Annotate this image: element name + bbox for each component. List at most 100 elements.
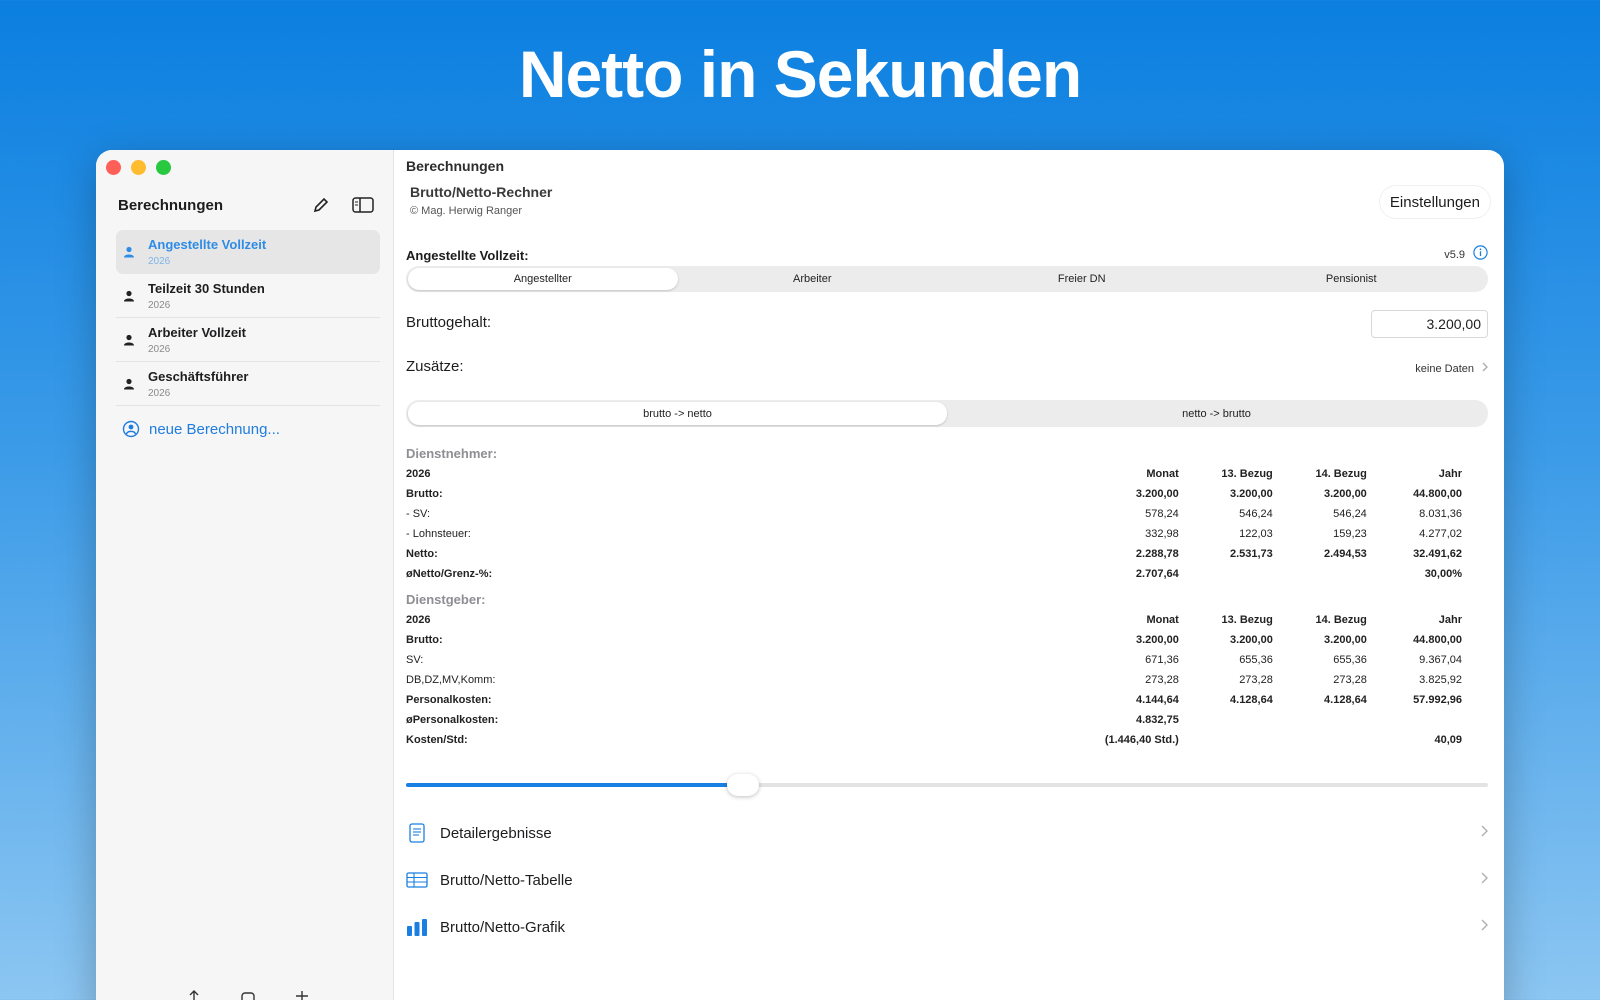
table-cell: [1367, 710, 1462, 730]
table-cell: 3.200,00: [1323, 488, 1367, 500]
chevron-right-icon: [1482, 362, 1488, 375]
direction-picker: brutto -> netto netto -> brutto: [406, 400, 1488, 427]
table-cell: 4.832,75: [1136, 714, 1179, 726]
employer-title: Dienstgeber:: [406, 592, 486, 607]
list-item-name: Arbeiter Vollzeit: [148, 324, 247, 340]
share-icon[interactable]: [186, 990, 202, 1000]
table-cell: øNetto/Grenz-%:: [406, 568, 493, 580]
salary-slider[interactable]: [406, 774, 1488, 796]
brutto-input[interactable]: [1371, 310, 1488, 338]
minimize-window-button[interactable]: [131, 160, 146, 175]
employee-title: Dienstnehmer:: [406, 446, 498, 461]
table-cell: 2.707,64: [1135, 568, 1179, 580]
list-item[interactable]: Arbeiter Vollzeit 2026: [116, 318, 380, 362]
table-cell: 14. Bezug: [1315, 614, 1367, 626]
table-cell: Netto:: [406, 548, 438, 560]
settings-button[interactable]: Einstellungen: [1379, 186, 1490, 218]
version-label: v5.9: [1444, 249, 1465, 261]
table-cell: 4.144,64: [1136, 694, 1179, 706]
table-row: øNetto/Grenz-%: 2.707,64 30,00%: [406, 564, 1462, 584]
window-controls: [106, 160, 171, 175]
table-row: Personalkosten: 4.144,64 4.128,64 4.128,…: [406, 690, 1462, 710]
segment-pensionist[interactable]: Pensionist: [1217, 268, 1487, 290]
segment-angestellter[interactable]: Angestellter: [408, 268, 678, 290]
table-cell: 546,24: [1239, 508, 1273, 520]
person-icon: [122, 246, 136, 258]
brutto-netto-tabelle-link[interactable]: Brutto/Netto-Tabelle: [406, 865, 1488, 895]
segment-netto-brutto[interactable]: netto -> brutto: [947, 402, 1486, 425]
list-item[interactable]: Geschäftsführer 2026: [116, 362, 380, 406]
person-icon: [122, 334, 136, 346]
table-cell: - Lohnsteuer:: [406, 528, 471, 540]
copyright-text: © Mag. Herwig Ranger: [410, 205, 523, 217]
table-cell: 2026: [406, 468, 431, 480]
slider-fill: [406, 783, 742, 787]
duplicate-icon[interactable]: [240, 990, 256, 1000]
detailergebnisse-link[interactable]: Detailergebnisse: [406, 818, 1488, 848]
table-cell: 3.200,00: [1136, 634, 1179, 646]
segment-brutto-netto[interactable]: brutto -> netto: [408, 402, 947, 425]
calculation-name: Angestellte Vollzeit:: [406, 247, 529, 263]
pencil-icon[interactable]: [307, 193, 335, 217]
table-cell: [1273, 730, 1367, 750]
app-name: Brutto/Netto-Rechner: [410, 184, 553, 200]
window-title: Berechnungen: [406, 158, 505, 174]
table-cell: 3.200,00: [1229, 488, 1273, 500]
document-icon: [406, 823, 428, 843]
table-cell: Monat: [1146, 468, 1179, 480]
slider-knob[interactable]: [727, 774, 760, 796]
sidebar-toggle-icon[interactable]: [349, 193, 377, 217]
table-cell: 273,28: [1333, 674, 1367, 686]
table-header-row: 2026 Monat 13. Bezug 14. Bezug Jahr: [406, 610, 1462, 630]
table-cell: SV:: [406, 654, 424, 666]
new-calculation-label: neue Berechnung...: [149, 420, 280, 438]
table-cell: 40,09: [1434, 734, 1462, 746]
table-cell: Brutto:: [406, 488, 443, 500]
link-label: Detailergebnisse: [440, 824, 552, 842]
table-cell: 578,24: [1145, 508, 1179, 520]
list-item[interactable]: Teilzeit 30 Stunden 2026: [116, 274, 380, 318]
table-cell: Brutto:: [406, 634, 443, 646]
employment-type-picker: Angestellter Arbeiter Freier DN Pensioni…: [406, 266, 1488, 292]
person-icon: [122, 378, 136, 390]
list-item[interactable]: Angestellte Vollzeit 2026: [116, 230, 380, 274]
table-cell: [1273, 710, 1367, 730]
table-cell: Kosten/Std:: [406, 734, 468, 746]
table-cell: 13. Bezug: [1221, 468, 1273, 480]
table-cell: 671,36: [1145, 654, 1179, 666]
table-cell: 159,23: [1333, 528, 1367, 540]
table-cell: DB,DZ,MV,Komm:: [406, 674, 496, 686]
sidebar: Berechnungen Angestellte Vollzeit 2026 T…: [96, 150, 394, 1000]
list-item-year: 2026: [148, 387, 171, 399]
table-cell: 32.491,62: [1413, 548, 1462, 560]
table-row: øPersonalkosten: 4.832,75: [406, 710, 1462, 730]
table-cell: 3.200,00: [1230, 634, 1273, 646]
sidebar-title: Berechnungen: [118, 196, 224, 214]
app-window: Berechnungen Angestellte Vollzeit 2026 T…: [96, 150, 1504, 1000]
table-cell: - SV:: [406, 508, 431, 520]
hero-title: Netto in Sekunden: [518, 37, 1082, 111]
table-cell: 4.128,64: [1230, 694, 1273, 706]
table-cell: Jahr: [1438, 468, 1462, 480]
table-cell: 332,98: [1145, 528, 1179, 540]
chevron-right-icon: [1481, 824, 1488, 842]
table-cell: (1.446,40 Std.): [1104, 734, 1179, 746]
table-row: - SV: 578,24 546,24 546,24 8.031,36: [406, 504, 1462, 524]
brutto-netto-grafik-link[interactable]: Brutto/Netto-Grafik: [406, 912, 1488, 942]
close-window-button[interactable]: [106, 160, 121, 175]
person-icon: [122, 290, 136, 302]
segment-arbeiter[interactable]: Arbeiter: [678, 268, 948, 290]
info-icon[interactable]: [1473, 245, 1488, 265]
new-calculation-button[interactable]: neue Berechnung...: [122, 420, 280, 438]
table-header-row: 2026 Monat 13. Bezug 14. Bezug Jahr: [406, 464, 1462, 484]
delete-icon[interactable]: [294, 990, 310, 1000]
table-cell: 546,24: [1333, 508, 1367, 520]
segment-freier-dn[interactable]: Freier DN: [947, 268, 1217, 290]
zoom-window-button[interactable]: [156, 160, 171, 175]
table-row: Netto: 2.288,78 2.531,73 2.494,53 32.491…: [406, 544, 1462, 564]
zusaetze-link[interactable]: keine Daten: [1415, 362, 1488, 375]
list-item-name: Angestellte Vollzeit: [148, 237, 267, 252]
table-row: SV: 671,36 655,36 655,36 9.367,04: [406, 650, 1462, 670]
table-cell: 9.367,04: [1419, 654, 1462, 666]
table-cell: 122,03: [1239, 528, 1273, 540]
